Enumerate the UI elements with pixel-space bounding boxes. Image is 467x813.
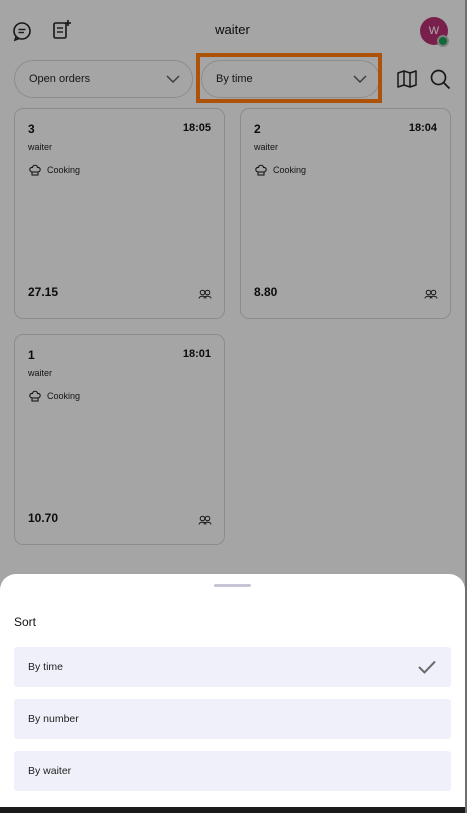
sheet-title: Sort bbox=[14, 615, 37, 629]
sheet-drag-handle[interactable] bbox=[214, 584, 251, 587]
sort-option-label: By time bbox=[28, 661, 64, 673]
sort-option-label: By waiter bbox=[28, 765, 72, 777]
app-screen: waiter W Open orders By time 3 18:05 wai… bbox=[0, 0, 465, 813]
system-nav-bar bbox=[0, 807, 465, 813]
sort-option-by-waiter[interactable]: By waiter bbox=[14, 751, 451, 791]
checkmark-icon bbox=[418, 660, 436, 674]
sort-bottom-sheet: Sort By time By number By waiter bbox=[0, 574, 465, 813]
sort-option-by-time[interactable]: By time bbox=[14, 647, 451, 687]
sort-option-label: By number bbox=[28, 713, 79, 725]
sort-option-by-number[interactable]: By number bbox=[14, 699, 451, 739]
